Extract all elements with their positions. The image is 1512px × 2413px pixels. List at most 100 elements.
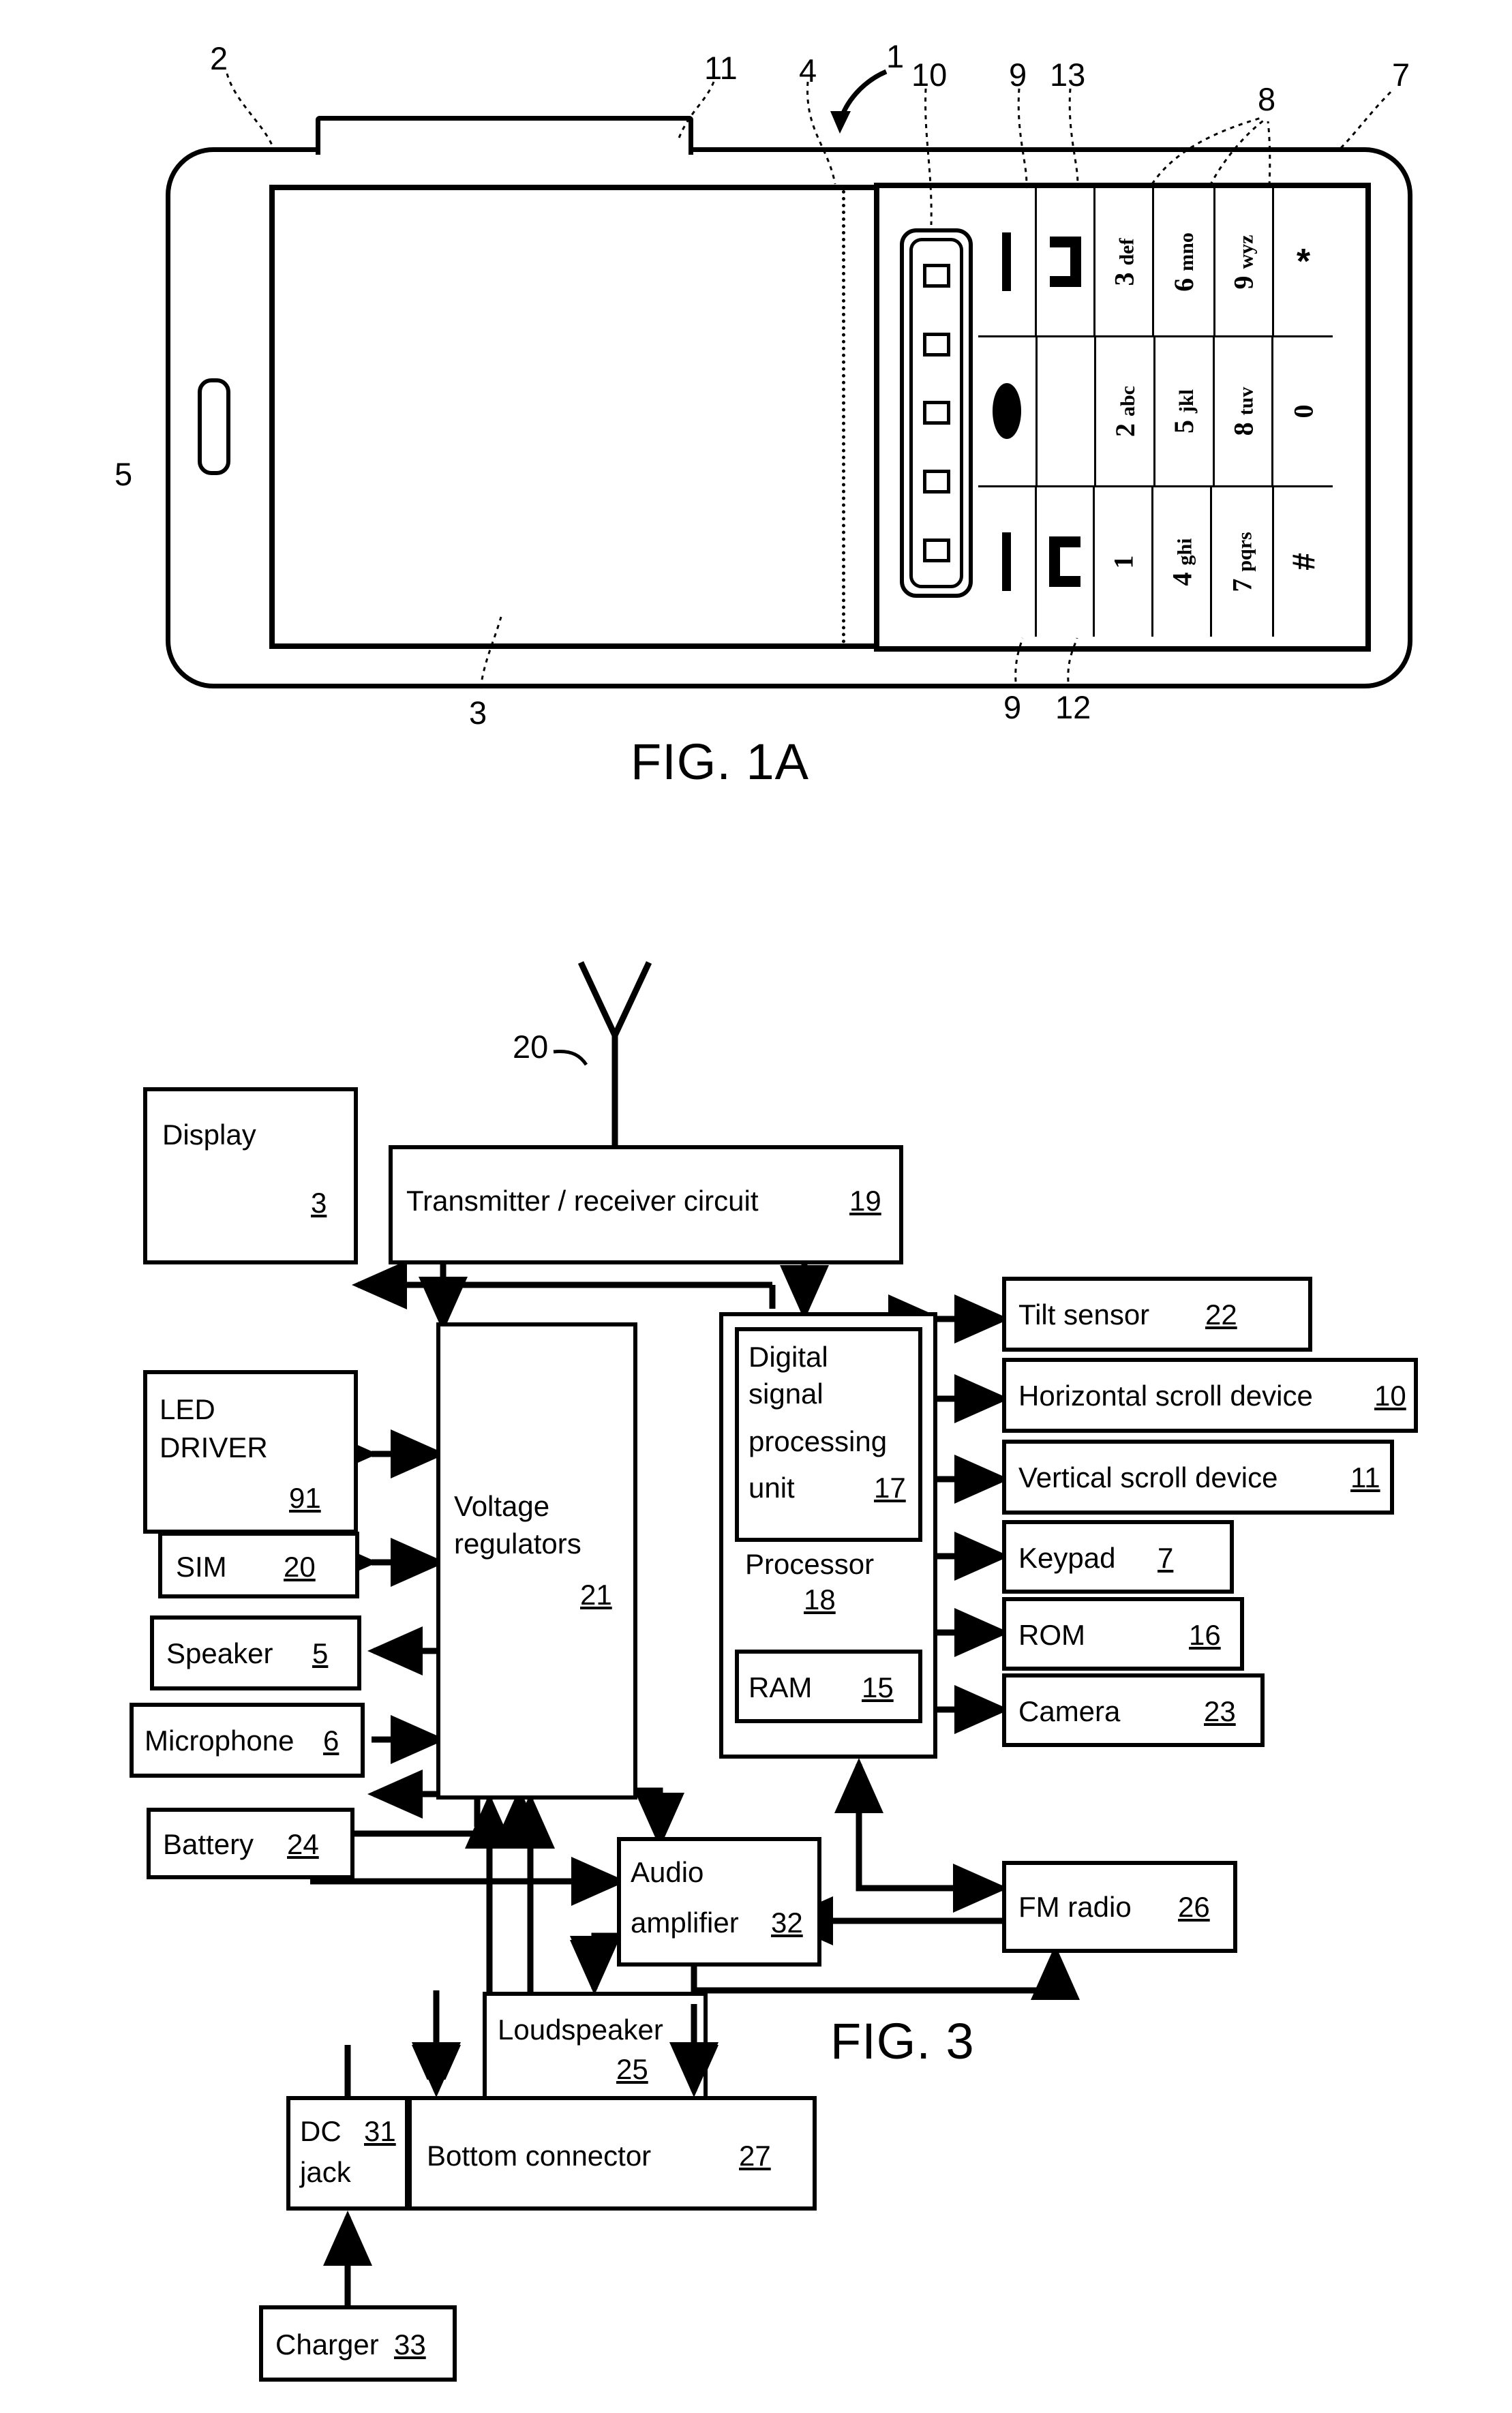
ref-numeral-9-top: 9	[1009, 57, 1027, 93]
key-blank	[1037, 337, 1097, 487]
bracket-icon	[1049, 237, 1081, 288]
block-rom-num: 16	[1189, 1619, 1221, 1651]
key-soft-bracket-bottom[interactable]	[1037, 487, 1095, 637]
block-voltage-regulators-label-2: regulators	[454, 1528, 581, 1560]
horizontal-scroll-device[interactable]	[900, 228, 973, 598]
key-2[interactable]: 2 abc	[1096, 337, 1155, 487]
key-digit: 8	[1227, 422, 1258, 436]
key-0[interactable]: 0	[1273, 337, 1333, 487]
key-digit: 5	[1168, 419, 1200, 434]
block-voltage-regulators-label-1: Voltage	[454, 1490, 550, 1522]
block-camera[interactable]: Camera 23	[1002, 1673, 1265, 1747]
block-transmitter-receiver[interactable]: Transmitter / receiver circuit 19	[389, 1145, 903, 1264]
block-camera-label: Camera	[1018, 1695, 1121, 1727]
key-digit: 1	[1108, 555, 1139, 569]
block-horizontal-scroll-device[interactable]: Horizontal scroll device 10	[1002, 1358, 1418, 1433]
vertical-scroll-device[interactable]	[316, 116, 693, 155]
block-dsp[interactable]: Digital signal processing unit 17	[735, 1327, 922, 1542]
block-fm-radio[interactable]: FM radio 26	[1002, 1861, 1237, 1953]
block-audio-amplifier-label-1: Audio	[631, 1856, 704, 1888]
figure-1a-caption: FIG. 1A	[631, 733, 809, 790]
block-processor-label: Processor	[745, 1548, 875, 1580]
block-dc-jack[interactable]: DC 31 jack	[286, 2096, 409, 2211]
ref-numeral-10: 10	[911, 57, 948, 93]
block-battery[interactable]: Battery 24	[147, 1808, 354, 1879]
block-dc-jack-label-2: jack	[300, 2156, 351, 2188]
block-speaker[interactable]: Speaker 5	[150, 1615, 361, 1690]
block-audio-amplifier-label-2: amplifier	[631, 1907, 739, 1939]
block-loudspeaker-label: Loudspeaker	[498, 2014, 663, 2046]
block-led-driver[interactable]: LED DRIVER 91	[143, 1370, 358, 1534]
key-6[interactable]: 6 mno	[1154, 188, 1215, 338]
block-loudspeaker-num: 25	[616, 2053, 648, 2085]
key-digit: 3	[1108, 272, 1140, 286]
block-tilt-sensor[interactable]: Tilt sensor 22	[1002, 1277, 1312, 1352]
block-fm-radio-num: 26	[1178, 1891, 1210, 1923]
key-select-center[interactable]	[978, 337, 1038, 487]
block-display[interactable]: Display 3	[143, 1087, 358, 1264]
key-star[interactable]: *	[1273, 188, 1333, 338]
block-ram[interactable]: RAM 15	[735, 1650, 922, 1723]
ref-numeral-13: 13	[1050, 57, 1086, 93]
block-bottom-connector[interactable]: Bottom connector 27	[408, 2096, 817, 2211]
block-dc-jack-label-1: DC	[300, 2115, 342, 2147]
ref-numeral-20-antenna: 20	[513, 1029, 549, 1065]
ref-numeral-5: 5	[115, 456, 133, 492]
block-bottom-connector-num: 27	[739, 2140, 771, 2172]
key-4[interactable]: 4 ghi	[1153, 487, 1212, 637]
block-charger-label: Charger	[275, 2328, 379, 2361]
block-transmitter-label: Transmitter / receiver circuit	[406, 1185, 759, 1217]
block-horizontal-scroll-num: 10	[1374, 1380, 1406, 1412]
block-sim-num: 20	[284, 1551, 316, 1583]
key-letters: abc	[1116, 385, 1139, 416]
block-speaker-num: 5	[312, 1637, 329, 1669]
scroll-mark	[922, 538, 950, 563]
key-1[interactable]: 1	[1095, 487, 1154, 637]
block-charger-num: 33	[394, 2328, 426, 2361]
bracket-c-icon	[1049, 536, 1081, 588]
key-letters: pqrs	[1233, 532, 1256, 572]
key-8[interactable]: 8 tuv	[1214, 337, 1274, 487]
ref-numeral-3: 3	[469, 695, 487, 731]
key-letters: mno	[1175, 232, 1198, 271]
key-3[interactable]: 3 def	[1095, 188, 1155, 338]
key-soft-bracket-top[interactable]	[1037, 188, 1096, 338]
block-vertical-scroll-device[interactable]: Vertical scroll device 11	[1002, 1440, 1394, 1515]
keypad-row: 1 4 ghi 7 pqrs #	[978, 487, 1333, 637]
key-9[interactable]: 9 wyz	[1215, 188, 1274, 338]
key-7[interactable]: 7 pqrs	[1212, 487, 1275, 637]
block-keypad[interactable]: Keypad 7	[1002, 1520, 1234, 1594]
ref-numeral-7: 7	[1392, 57, 1410, 93]
ref-numeral-4: 4	[799, 52, 817, 89]
block-dsp-label-4: unit	[749, 1472, 795, 1504]
block-microphone[interactable]: Microphone 6	[130, 1703, 365, 1778]
block-battery-label: Battery	[163, 1828, 254, 1860]
block-voltage-regulators[interactable]: Voltage regulators 21	[436, 1322, 637, 1800]
key-soft-bar-bottom[interactable]	[978, 487, 1037, 637]
block-loudspeaker[interactable]: Loudspeaker 25	[483, 1992, 708, 2111]
scroll-mark	[922, 470, 950, 494]
block-led-driver-label-2: DRIVER	[160, 1431, 268, 1463]
block-dsp-num: 17	[874, 1472, 906, 1504]
block-vertical-scroll-num: 11	[1350, 1461, 1380, 1493]
key-digit: 2	[1109, 423, 1140, 437]
key-hash[interactable]: #	[1274, 487, 1333, 637]
key-digit: 0	[1288, 404, 1319, 419]
figure-1a: 3 def 6 mno 9 wyz * 2 abc 5 jkl 8 tuv 0 …	[0, 0, 1512, 818]
block-charger[interactable]: Charger 33	[259, 2305, 457, 2382]
key-letters: wyz	[1235, 234, 1258, 269]
block-speaker-label: Speaker	[166, 1637, 273, 1669]
block-rom[interactable]: ROM 16	[1002, 1597, 1244, 1671]
key-digit: 6	[1168, 277, 1200, 292]
block-audio-amplifier[interactable]: Audio amplifier 32	[617, 1837, 821, 1967]
key-soft-bar-top[interactable]	[978, 188, 1038, 338]
scroll-mark	[922, 263, 950, 288]
bar-icon	[1002, 232, 1012, 292]
block-dc-jack-num: 31	[364, 2115, 396, 2147]
key-5[interactable]: 5 jkl	[1155, 337, 1215, 487]
ref-numeral-12: 12	[1055, 689, 1091, 725]
block-sim-label: SIM	[176, 1551, 227, 1583]
block-keypad-label: Keypad	[1018, 1542, 1116, 1574]
keypad-grid: 3 def 6 mno 9 wyz * 2 abc 5 jkl 8 tuv 0 …	[978, 188, 1333, 637]
block-sim[interactable]: SIM 20	[158, 1532, 359, 1598]
